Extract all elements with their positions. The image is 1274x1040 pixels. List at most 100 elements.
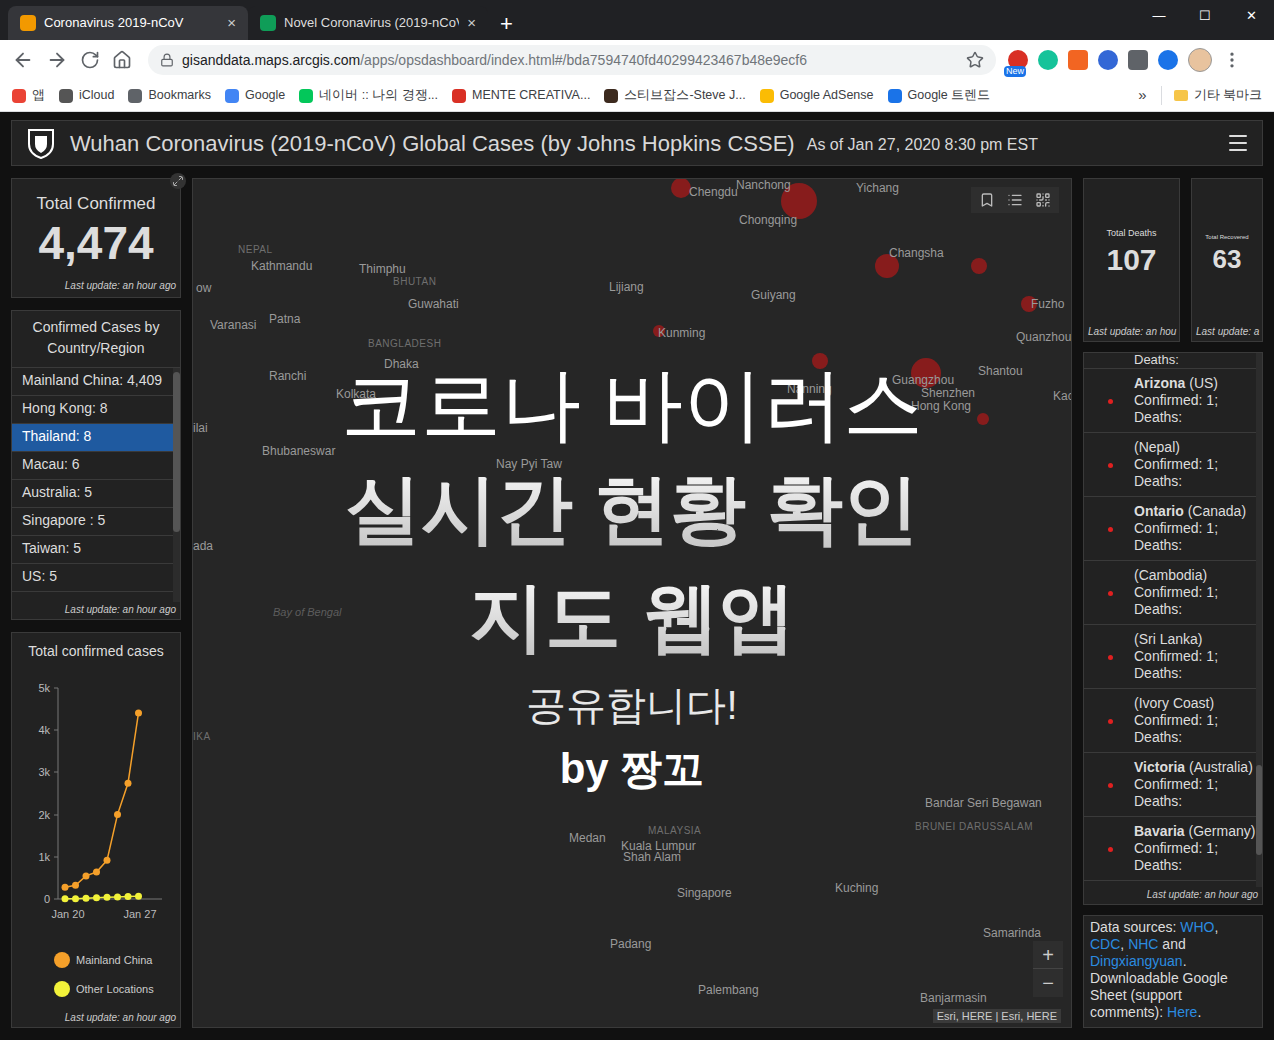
region-row[interactable]: Ontario (Canada)Confirmed: 1;Deaths:: [1084, 497, 1256, 561]
chart-point[interactable]: [135, 893, 142, 900]
region-row[interactable]: (Cambodia)Confirmed: 1;Deaths:: [1084, 561, 1256, 625]
country-row[interactable]: Taiwan: 5: [12, 536, 173, 564]
extension-icon[interactable]: [1038, 50, 1058, 70]
browser-tab[interactable]: Novel Coronavirus (2019-nCoV)×: [248, 6, 488, 40]
svg-text:1k: 1k: [38, 851, 50, 863]
case-bubble[interactable]: [971, 258, 987, 274]
bookmark[interactable]: 앱: [12, 86, 45, 105]
region-row[interactable]: Victoria (Australia)Confirmed: 1;Deaths:: [1084, 753, 1256, 817]
extension-icon[interactable]: [1098, 50, 1118, 70]
bookmarks-more[interactable]: »: [1138, 84, 1146, 107]
chart-point[interactable]: [83, 895, 90, 902]
country-row[interactable]: Thailand: 8: [12, 424, 173, 452]
scrollbar[interactable]: [1256, 353, 1262, 887]
bookmark[interactable]: Google 트렌드: [888, 86, 991, 105]
window-control[interactable]: ✕: [1228, 0, 1274, 32]
source-link[interactable]: Dingxiangyuan: [1090, 953, 1183, 969]
lock-icon: [160, 53, 174, 67]
bookmark-favicon-icon: [760, 89, 774, 103]
window-control[interactable]: ☐: [1182, 0, 1228, 32]
map[interactable]: ChengduNanchongYichangChongqingNEPALKath…: [192, 178, 1072, 1028]
dashboard-header: Wuhan Coronavirus (2019-nCoV) Global Cas…: [11, 120, 1263, 166]
region-row[interactable]: (Nepal)Confirmed: 1;Deaths:: [1084, 433, 1256, 497]
map-label: ow: [196, 279, 211, 297]
total-deaths-value: 107: [1106, 241, 1156, 279]
chart-point[interactable]: [104, 894, 111, 901]
expand-icon[interactable]: [170, 173, 186, 189]
hamburger-icon[interactable]: [1226, 131, 1250, 155]
forward-icon[interactable]: [46, 49, 68, 71]
zoom-out-button[interactable]: −: [1033, 969, 1063, 997]
chart-point[interactable]: [135, 709, 142, 716]
bookmark[interactable]: Google AdSense: [760, 86, 874, 105]
legend-item[interactable]: Other Locations: [54, 981, 180, 998]
chart-point[interactable]: [93, 894, 100, 901]
bookmark[interactable]: 네이버 :: 나의 경쟁...: [299, 86, 438, 105]
legend-item[interactable]: Mainland China: [54, 952, 180, 969]
bookmark[interactable]: iCloud: [59, 86, 114, 105]
last-update: Last update: a: [1192, 324, 1259, 339]
basemap-icon[interactable]: [1035, 192, 1051, 208]
chart-point[interactable]: [125, 893, 132, 900]
source-link[interactable]: Here: [1167, 1004, 1197, 1020]
scrollbar[interactable]: [173, 368, 180, 602]
region-row[interactable]: Arizona (US)Confirmed: 1;Deaths:: [1084, 369, 1256, 433]
browser-tab[interactable]: Coronavirus 2019-nCoV×: [8, 6, 248, 40]
country-row[interactable]: Australia: 5: [12, 480, 173, 508]
zoom-in-button[interactable]: +: [1033, 941, 1063, 969]
chart-point[interactable]: [62, 895, 69, 902]
home-icon[interactable]: [112, 50, 132, 70]
chart-point[interactable]: [93, 869, 100, 876]
chart-point[interactable]: [72, 882, 79, 889]
case-dot-icon: [1108, 591, 1113, 596]
extension-new[interactable]: New: [1008, 50, 1028, 70]
country-row[interactable]: Hong Kong: 8: [12, 396, 173, 424]
extension-icon[interactable]: [1158, 50, 1178, 70]
layers-icon[interactable]: [1007, 192, 1023, 208]
region-row[interactable]: (Sri Lanka)Confirmed: 1;Deaths:: [1084, 625, 1256, 689]
region-row[interactable]: Bavaria (Germany)Confirmed: 1;Deaths:: [1084, 817, 1256, 881]
chart-point[interactable]: [62, 884, 69, 891]
source-link[interactable]: NHC: [1128, 936, 1158, 952]
tab-close[interactable]: ×: [467, 12, 476, 35]
chart-point[interactable]: [83, 872, 90, 879]
bookmark[interactable]: Google: [225, 86, 285, 105]
case-bubble[interactable]: [671, 178, 691, 198]
bookmark[interactable]: 스티브잡스-Steve J...: [604, 86, 745, 105]
chart-point[interactable]: [72, 895, 79, 902]
map-label: IKA: [193, 729, 211, 744]
bookmark[interactable]: MENTE CREATIVA...: [452, 86, 590, 105]
region-row[interactable]: (Ivory Coast)Confirmed: 1;Deaths:: [1084, 689, 1256, 753]
profile-icon[interactable]: [1188, 48, 1212, 72]
reload-icon[interactable]: [80, 50, 100, 70]
country-row[interactable]: Macau: 6: [12, 452, 173, 480]
bookmarks-bar: 앱 iCloud Bookmarks Google 네이버 :: 나의 경쟁... MEN…: [0, 80, 1274, 112]
chart-point[interactable]: [114, 811, 121, 818]
case-bubble[interactable]: [977, 413, 989, 425]
chart-point[interactable]: [125, 780, 132, 787]
left-column: Total Confirmed4,474Last update: an hour…: [11, 178, 181, 1028]
new-tab-button[interactable]: +: [488, 6, 525, 40]
bookmark-star-icon[interactable]: [966, 51, 984, 69]
extension-icon[interactable]: [1128, 50, 1148, 70]
chart-point[interactable]: [104, 857, 111, 864]
map-label: Nanchong: [736, 178, 791, 194]
menu-icon[interactable]: [1222, 50, 1242, 70]
other-bookmarks[interactable]: 기타 북마크: [1161, 86, 1262, 105]
country-row[interactable]: Singapore : 5: [12, 508, 173, 536]
extension-icon[interactable]: [1068, 50, 1088, 70]
address-bar[interactable]: gisanddata.maps.arcgis.com/apps/opsdashb…: [148, 45, 996, 75]
country-row[interactable]: Mainland China: 4,409: [12, 368, 173, 396]
country-row[interactable]: US: 5: [12, 564, 173, 592]
url: gisanddata.maps.arcgis.com/apps/opsdashb…: [182, 50, 958, 71]
bookmark-icon[interactable]: [979, 192, 995, 208]
window-control[interactable]: —: [1136, 0, 1182, 32]
back-icon[interactable]: [12, 49, 34, 71]
tab-close[interactable]: ×: [227, 12, 236, 35]
bookmark[interactable]: Bookmarks: [128, 86, 211, 105]
map-label: Bay of Bengal: [273, 604, 342, 621]
source-link[interactable]: WHO: [1180, 919, 1214, 935]
source-link[interactable]: CDC: [1090, 936, 1120, 952]
bookmark-favicon-icon: [604, 89, 618, 103]
chart-point[interactable]: [114, 893, 121, 900]
